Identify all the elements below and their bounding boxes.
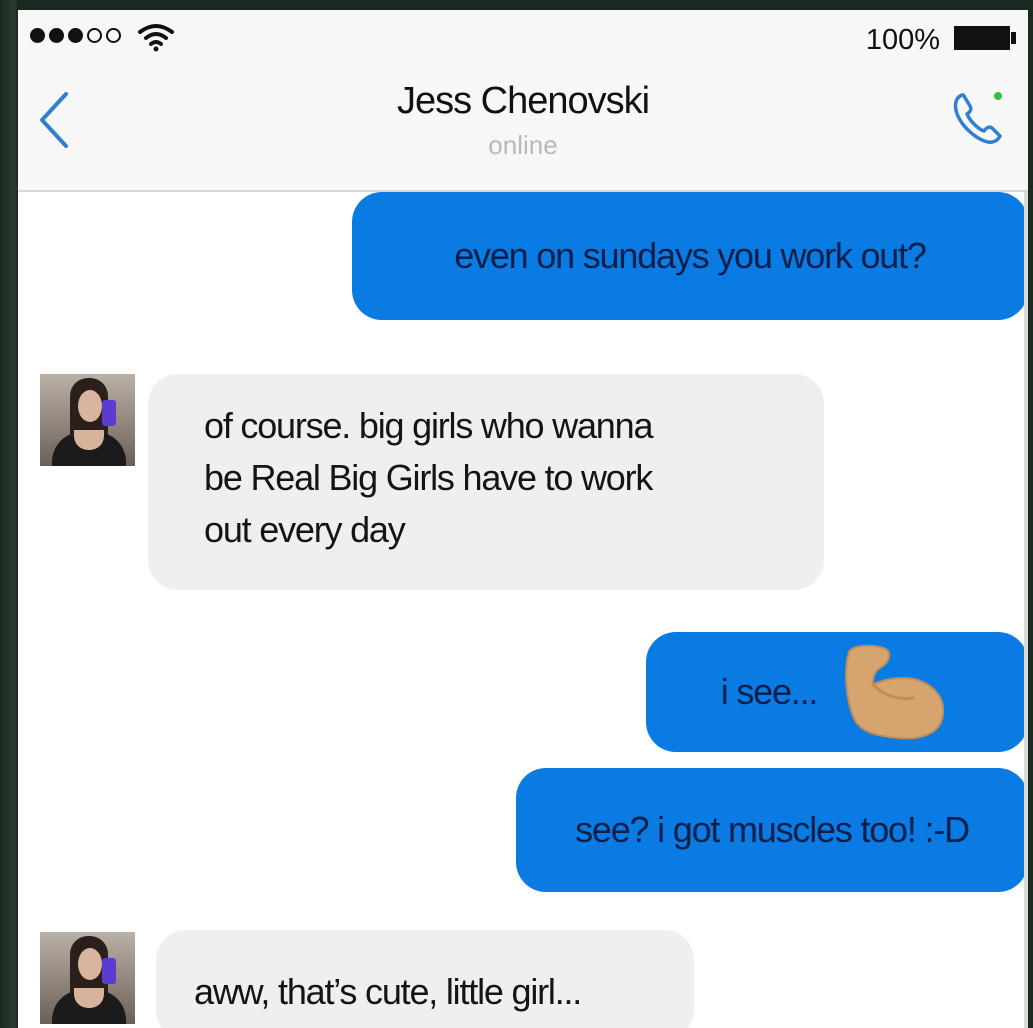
battery-percent: 100%	[865, 24, 940, 56]
signal-dot	[68, 28, 83, 43]
message-text: even on sundays you work out?	[454, 235, 927, 276]
signal-dot	[49, 28, 64, 43]
wifi-icon	[138, 24, 174, 52]
conversation-header: Jess Chenovski online	[18, 66, 1028, 192]
signal-dot	[30, 28, 45, 43]
contact-name: Jess Chenovski	[396, 80, 650, 122]
outgoing-message-bubble[interactable]: even on sundays you work out?	[352, 192, 1028, 320]
phone-screen: 100% Jess Chenovski online even on sunda…	[18, 10, 1028, 1028]
incoming-message-bubble[interactable]: aww, that’s cute, little girl...	[156, 930, 694, 1028]
signal-dot-empty	[106, 28, 121, 43]
contact-status: online	[488, 130, 558, 160]
message-text-line: out every day	[204, 509, 406, 550]
contact-avatar[interactable]	[40, 374, 135, 466]
phone-call-icon[interactable]	[948, 86, 1008, 148]
incoming-message-bubble[interactable]: of course. big girls who wanna be Real B…	[148, 374, 824, 590]
status-bar: 100%	[18, 10, 1028, 66]
message-text: i see...	[720, 671, 819, 712]
contact-avatar[interactable]	[40, 932, 135, 1024]
screen-frame: 100% Jess Chenovski online even on sunda…	[0, 0, 1033, 1028]
scrollbar-track[interactable]	[1024, 192, 1028, 1028]
message-text: aww, that’s cute, little girl...	[194, 971, 582, 1012]
message-list[interactable]: even on sundays you work out? of course.…	[18, 192, 1028, 1028]
message-text-line: be Real Big Girls have to work	[204, 457, 653, 498]
message-text-line: of course. big girls who wanna	[204, 405, 653, 446]
signal-dot-empty	[87, 28, 102, 43]
battery-tip	[1011, 32, 1016, 44]
battery-icon	[954, 26, 1010, 50]
outgoing-message-bubble[interactable]: see? i got muscles too! :-D	[516, 768, 1028, 892]
signal-strength-icon	[30, 28, 121, 43]
flexed-biceps-icon	[845, 644, 945, 740]
outgoing-message-bubble[interactable]: i see...	[646, 632, 1028, 752]
message-text: see? i got muscles too! :-D	[575, 809, 970, 850]
